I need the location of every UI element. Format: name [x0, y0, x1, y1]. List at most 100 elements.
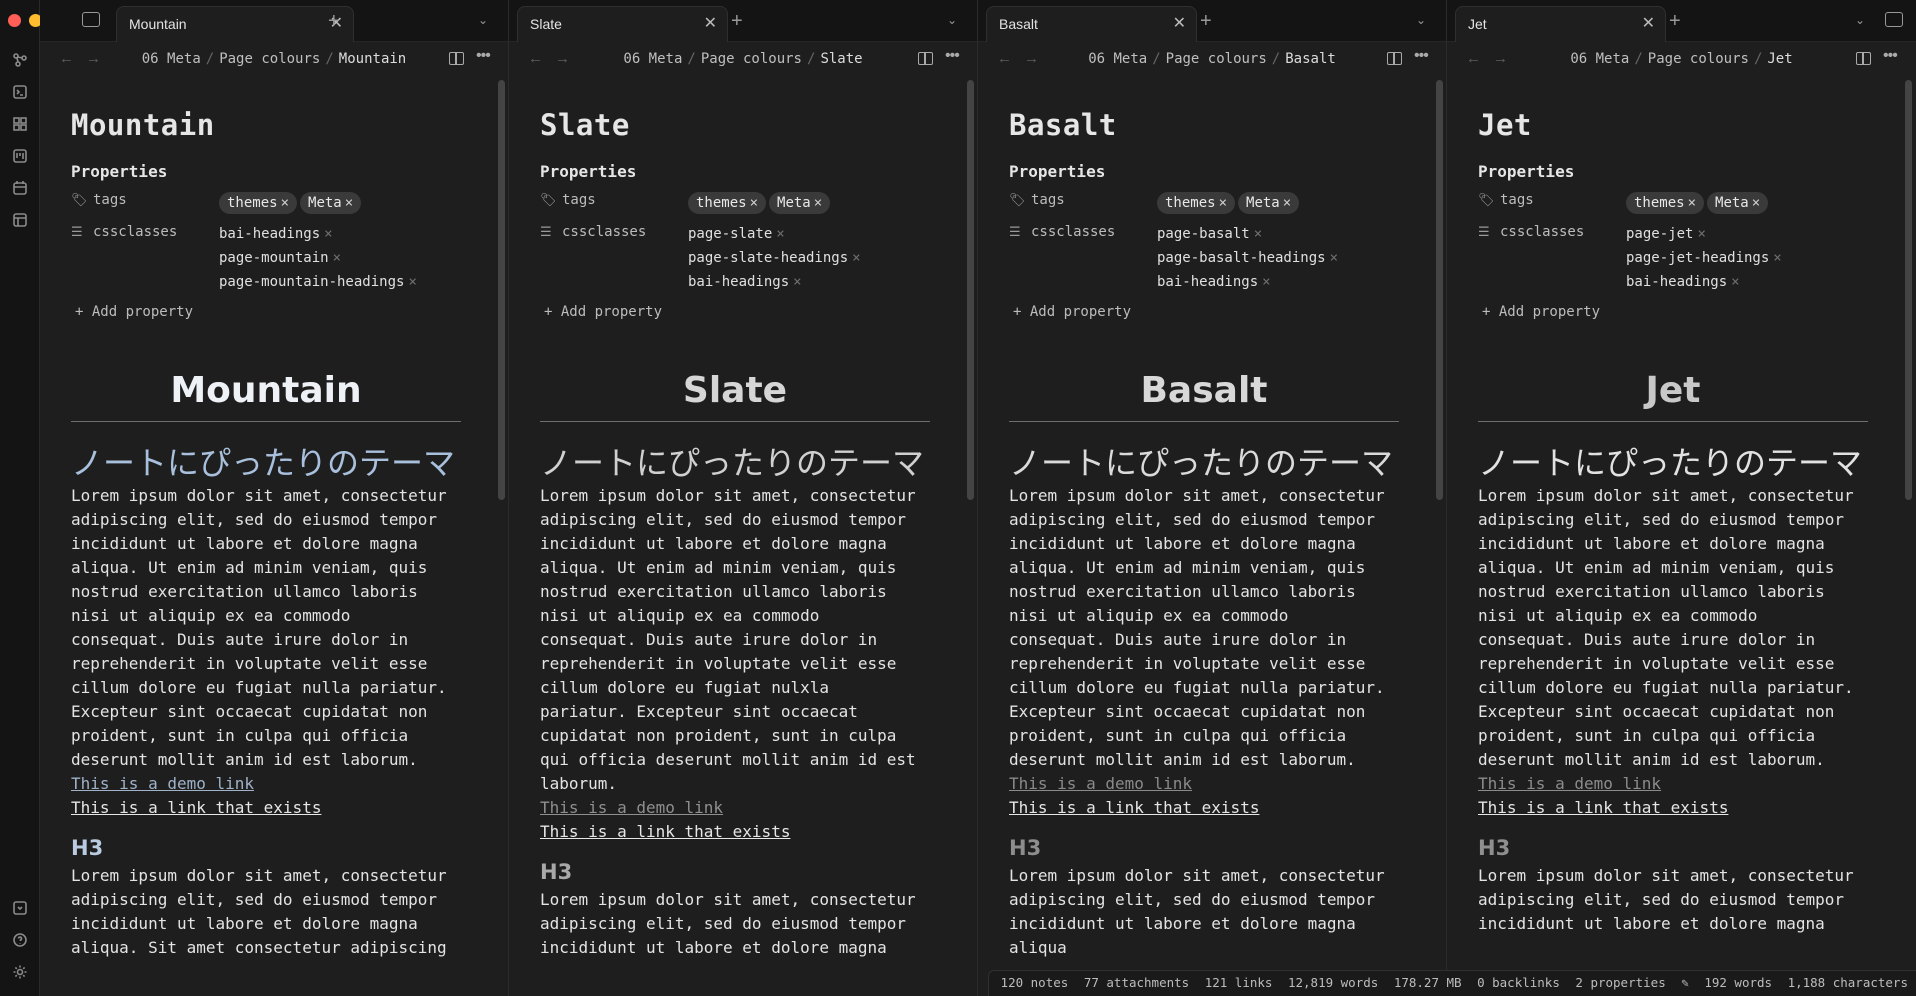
remove-class-icon[interactable]: × [1697, 226, 1705, 242]
remove-tag-icon[interactable]: × [1283, 195, 1291, 211]
blocks-icon[interactable] [10, 114, 30, 134]
properties-heading[interactable]: Properties [1009, 162, 1399, 192]
terminal-icon[interactable] [10, 82, 30, 102]
scrollbar[interactable] [498, 80, 505, 500]
inline-title[interactable]: Jet [1478, 108, 1868, 148]
remove-class-icon[interactable]: × [1330, 250, 1338, 266]
more-options-icon[interactable]: ••• [945, 47, 960, 65]
breadcrumb-note[interactable]: Basalt [1285, 51, 1336, 67]
tag-pill[interactable]: Meta × [300, 192, 362, 214]
remove-class-icon[interactable]: × [793, 274, 801, 290]
cssclass-item[interactable]: page-mountain × [219, 246, 461, 270]
pencil-icon[interactable]: ✎ [1681, 975, 1689, 990]
reading-view-icon[interactable] [1387, 52, 1402, 65]
settings-icon[interactable] [10, 962, 30, 982]
breadcrumb-subfolder[interactable]: Page colours [701, 51, 802, 67]
add-property-button[interactable]: + Add property [1478, 304, 1868, 362]
more-options-icon[interactable]: ••• [476, 47, 491, 65]
remove-tag-icon[interactable]: × [1688, 195, 1696, 211]
cssclass-item[interactable]: page-basalt × [1157, 222, 1399, 246]
chevron-down-icon[interactable]: ⌄ [1855, 13, 1865, 27]
calendar-icon[interactable] [10, 178, 30, 198]
close-icon[interactable]: ✕ [1642, 7, 1655, 41]
reading-view-icon[interactable] [918, 52, 933, 65]
scrollbar[interactable] [1436, 80, 1443, 500]
existing-link[interactable]: This is a link that exists [1009, 796, 1399, 820]
tab-mountain[interactable]: Mountain ✕ [116, 6, 354, 42]
demo-link[interactable]: This is a demo link [1478, 772, 1868, 796]
more-options-icon[interactable]: ••• [1414, 47, 1429, 65]
tag-pill[interactable]: themes × [1626, 192, 1705, 214]
breadcrumb-folder[interactable]: 06 Meta [1570, 51, 1629, 67]
property-key[interactable]: 🏷 tags [71, 192, 127, 208]
tag-pill[interactable]: Meta × [1238, 192, 1300, 214]
graph-icon[interactable] [10, 50, 30, 70]
properties-heading[interactable]: Properties [540, 162, 930, 192]
remove-class-icon[interactable]: × [1773, 250, 1781, 266]
cssclass-item[interactable]: page-jet × [1626, 222, 1868, 246]
remove-class-icon[interactable]: × [852, 250, 860, 266]
cssclass-item[interactable]: page-slate × [688, 222, 930, 246]
chevron-down-icon[interactable]: ⌄ [947, 13, 957, 27]
demo-link[interactable]: This is a demo link [71, 772, 461, 796]
layout-icon[interactable] [10, 210, 30, 230]
new-tab-button[interactable]: + [731, 10, 743, 33]
new-tab-button[interactable]: + [1669, 10, 1681, 33]
remove-class-icon[interactable]: × [324, 226, 332, 242]
kanban-icon[interactable] [10, 146, 30, 166]
close-icon[interactable]: ✕ [704, 7, 717, 41]
scrollbar[interactable] [1905, 80, 1912, 500]
cssclass-item[interactable]: bai-headings × [219, 222, 461, 246]
reading-view-icon[interactable] [1856, 52, 1871, 65]
chevron-down-icon[interactable]: ⌄ [478, 13, 488, 27]
tab-jet[interactable]: Jet ✕ [1455, 6, 1666, 42]
property-key[interactable]: ☰ cssclasses [1478, 224, 1584, 240]
breadcrumb-folder[interactable]: 06 Meta [1088, 51, 1147, 67]
property-key[interactable]: 🏷 tags [540, 192, 596, 208]
tab-slate[interactable]: Slate ✕ [517, 6, 728, 42]
demo-link[interactable]: This is a demo link [540, 796, 930, 820]
cssclass-item[interactable]: page-jet-headings × [1626, 246, 1868, 270]
properties-heading[interactable]: Properties [1478, 162, 1868, 192]
remove-class-icon[interactable]: × [776, 226, 784, 242]
cssclass-item[interactable]: bai-headings × [1157, 270, 1399, 294]
new-tab-button[interactable]: + [328, 10, 340, 33]
property-key[interactable]: 🏷 tags [1478, 192, 1534, 208]
breadcrumb-subfolder[interactable]: Page colours [1648, 51, 1749, 67]
status-properties[interactable]: 2 properties [1575, 975, 1665, 990]
property-key[interactable]: ☰ cssclasses [71, 224, 177, 240]
remove-class-icon[interactable]: × [408, 274, 416, 290]
property-key[interactable]: ☰ cssclasses [1009, 224, 1115, 240]
property-key[interactable]: 🏷 tags [1009, 192, 1065, 208]
inline-title[interactable]: Mountain [71, 108, 461, 148]
breadcrumb-note[interactable]: Jet [1767, 51, 1792, 67]
cssclass-item[interactable]: page-basalt-headings × [1157, 246, 1399, 270]
cssclass-item[interactable]: page-mountain-headings × [219, 270, 461, 294]
remove-class-icon[interactable]: × [1731, 274, 1739, 290]
breadcrumb-note[interactable]: Mountain [339, 51, 406, 67]
close-icon[interactable]: ✕ [1173, 7, 1186, 41]
demo-link[interactable]: This is a demo link [1009, 772, 1399, 796]
tab-basalt[interactable]: Basalt ✕ [986, 6, 1197, 42]
cssclass-item[interactable]: page-slate-headings × [688, 246, 930, 270]
remove-class-icon[interactable]: × [1262, 274, 1270, 290]
add-property-button[interactable]: + Add property [1009, 304, 1399, 362]
existing-link[interactable]: This is a link that exists [1478, 796, 1868, 820]
properties-heading[interactable]: Properties [71, 162, 461, 192]
remove-class-icon[interactable]: × [1254, 226, 1262, 242]
remove-tag-icon[interactable]: × [345, 195, 353, 211]
breadcrumb-subfolder[interactable]: Page colours [1166, 51, 1267, 67]
remove-tag-icon[interactable]: × [1752, 195, 1760, 211]
breadcrumb-folder[interactable]: 06 Meta [142, 51, 201, 67]
existing-link[interactable]: This is a link that exists [71, 796, 461, 820]
tag-pill[interactable]: Meta × [769, 192, 831, 214]
close-window-button[interactable] [8, 14, 21, 27]
vault-icon[interactable] [10, 898, 30, 918]
scrollbar[interactable] [967, 80, 974, 500]
remove-tag-icon[interactable]: × [814, 195, 822, 211]
inline-title[interactable]: Basalt [1009, 108, 1399, 148]
reading-view-icon[interactable] [449, 52, 464, 65]
more-options-icon[interactable]: ••• [1883, 47, 1898, 65]
help-icon[interactable] [10, 930, 30, 950]
breadcrumb-folder[interactable]: 06 Meta [623, 51, 682, 67]
